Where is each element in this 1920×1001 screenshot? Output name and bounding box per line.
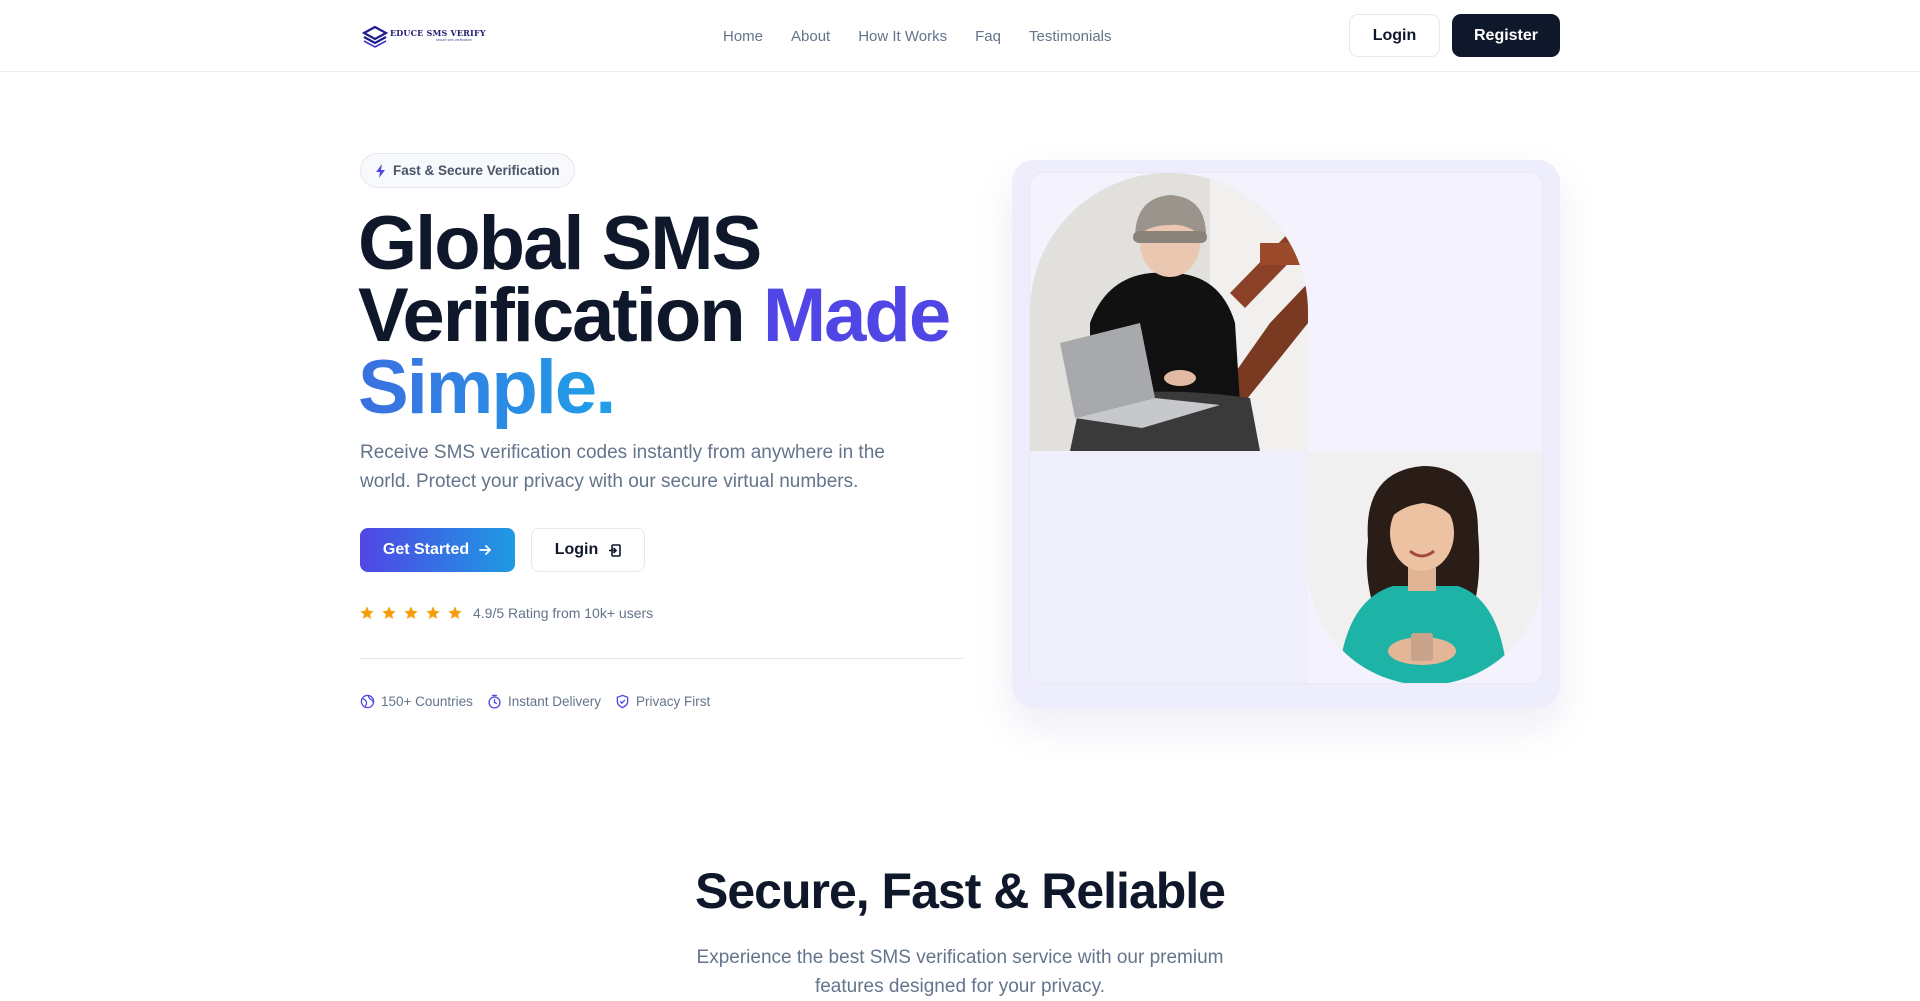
register-button[interactable]: Register — [1452, 14, 1560, 57]
feature-countries: 150+ Countries — [360, 694, 473, 709]
hero-title: Global SMS Verification Made Simple. — [358, 206, 978, 426]
arrow-right-icon — [479, 545, 492, 555]
hero-image-card — [1012, 160, 1560, 708]
get-started-label: Get Started — [382, 541, 470, 558]
feature-countries-text: 150+ Countries — [381, 694, 473, 709]
star-icon — [448, 606, 462, 619]
logo[interactable]: EDUCE SMS VERIFY secure sms verification — [362, 24, 486, 48]
feature-privacy: Privacy First — [615, 694, 710, 709]
hero-photo-laptop — [1030, 173, 1308, 451]
hero-title-accent-made: Made — [762, 273, 951, 358]
feature-privacy-text: Privacy First — [635, 694, 711, 709]
get-started-button[interactable]: Get Started — [360, 528, 515, 572]
hero-description: Receive SMS verification codes instantly… — [360, 442, 885, 492]
navbar: EDUCE SMS VERIFY secure sms verification… — [0, 0, 1920, 72]
rating-text: 4.9/5 Rating from 10k+ users — [473, 605, 654, 621]
shield-check-icon — [616, 694, 629, 709]
logo-tagline: secure sms verification — [436, 38, 472, 43]
hero-badge: Fast & Secure Verification — [360, 153, 575, 188]
logo-name: EDUCE SMS VERIFY — [390, 28, 486, 39]
logo-mark-icon — [362, 25, 388, 48]
login-icon — [609, 543, 622, 557]
divider — [360, 658, 963, 659]
star-icon — [360, 606, 374, 619]
nav-link-how-it-works[interactable]: How It Works — [858, 28, 947, 45]
star-icon — [404, 606, 418, 619]
globe-icon — [360, 694, 375, 709]
section-title: Secure, Fast & Reliable — [694, 863, 1226, 919]
star-icon — [382, 606, 396, 619]
hero-image-grid — [1029, 172, 1543, 684]
login-button[interactable]: Login — [1349, 14, 1440, 57]
feature-list: 150+ Countries Instant Delivery Privacy … — [360, 694, 710, 709]
feature-delivery-text: Instant Delivery — [507, 694, 601, 709]
nav-link-faq[interactable]: Faq — [975, 28, 1001, 45]
star-icon — [426, 606, 440, 619]
hero-login-label: Login — [554, 541, 599, 558]
woman-with-phone-image — [1308, 451, 1542, 683]
hero-title-accent-simple: Simple. — [358, 345, 616, 430]
section-subtitle: Experience the best SMS verification ser… — [696, 947, 1224, 997]
nav-link-testimonials[interactable]: Testimonials — [1029, 28, 1112, 45]
feature-delivery: Instant Delivery — [487, 694, 601, 709]
main-nav: Home About How It Works Faq Testimonials — [723, 0, 1112, 72]
hero-login-button[interactable]: Login — [531, 528, 645, 572]
person-with-laptop-image — [1030, 173, 1308, 451]
lightning-icon — [376, 163, 385, 178]
timer-icon — [488, 694, 501, 709]
hero-badge-text: Fast & Secure Verification — [393, 163, 560, 178]
rating-stars — [359, 605, 463, 621]
nav-link-about[interactable]: About — [791, 28, 830, 45]
nav-link-home[interactable]: Home — [723, 28, 763, 45]
rating: 4.9/5 Rating from 10k+ users — [359, 605, 653, 621]
hero-photo-phone — [1308, 451, 1542, 683]
